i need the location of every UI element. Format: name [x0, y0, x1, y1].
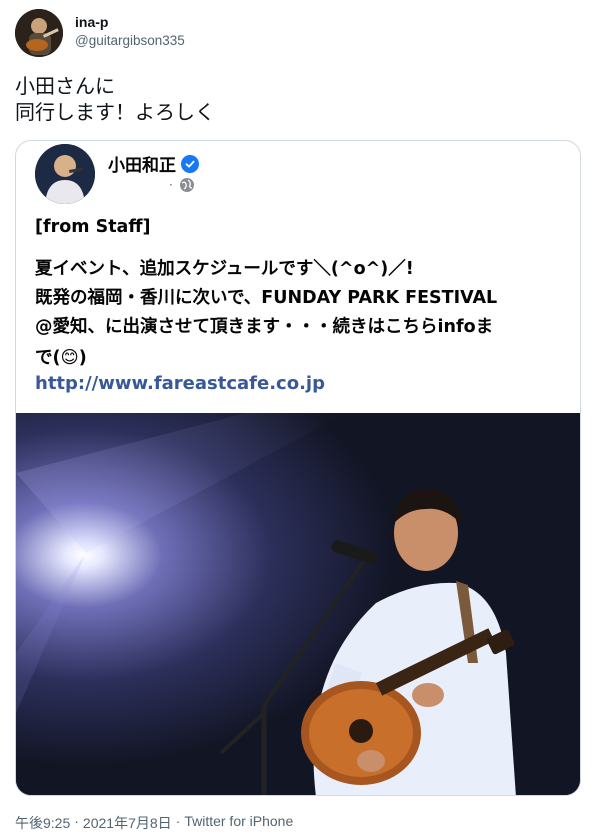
tweet-time[interactable]: 午後9:25 — [15, 813, 70, 833]
display-name[interactable]: ina-p — [75, 13, 185, 31]
post-line-3: 既発の福岡・香川に次いで、FUNDAY PARK FESTIVAL — [35, 288, 498, 308]
meta-dot: · — [169, 178, 173, 192]
tweet-date[interactable]: 2021年7月8日 — [83, 813, 172, 833]
footer-separator-2: · — [175, 813, 181, 829]
tweet-footer: 午後9:25 · 2021年7月8日 · Twitter for iPhone — [15, 813, 293, 833]
post-link[interactable]: http://www.fareastcafe.co.jp — [35, 373, 325, 394]
post-line-1: [from Staff] — [35, 217, 151, 237]
tweet-source[interactable]: Twitter for iPhone — [184, 813, 293, 833]
post-meta: · — [169, 177, 195, 193]
tweet-text-line2: 同行します！よろしく — [15, 100, 215, 124]
author-avatar-image — [35, 144, 95, 204]
globe-icon — [179, 178, 194, 192]
name-block: ina-p @guitargibson335 — [75, 13, 185, 50]
post-line-2: 夏イベント、追加スケジュールです＼(^o^)／! — [35, 259, 414, 279]
user-handle[interactable]: @guitargibson335 — [75, 32, 185, 50]
footer-separator-1: · — [74, 813, 79, 829]
avatar-image — [15, 9, 63, 57]
tweet-text: 小田さんに 同行します！よろしく — [15, 73, 215, 125]
post-author-label: 小田和正 — [108, 156, 176, 176]
tweet-text-line1: 小田さんに — [15, 74, 115, 98]
concert-photo-image — [16, 413, 580, 795]
post-line-5: で(😊) — [35, 348, 87, 368]
tweet-header: ina-p @guitargibson335 — [15, 9, 585, 57]
verified-badge-icon — [181, 154, 199, 173]
post-author-avatar[interactable] — [35, 144, 95, 204]
embedded-post-card[interactable]: 小田和正 · [from Staff] 夏イベント、追加スケジュールです＼(^o… — [15, 140, 581, 796]
post-line-4: @愛知、に出演させて頂きます・・・続きはこちらinfoま — [35, 317, 494, 337]
user-avatar[interactable] — [15, 9, 63, 57]
concert-photo[interactable] — [16, 413, 580, 795]
post-author-name[interactable]: 小田和正 — [108, 151, 199, 176]
